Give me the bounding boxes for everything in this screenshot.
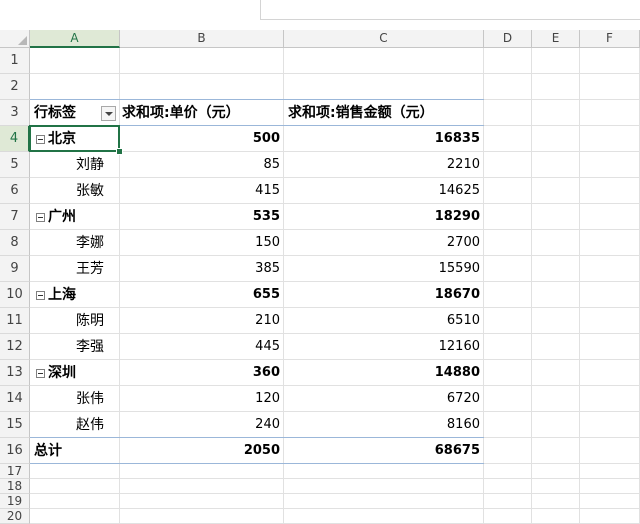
gridline-vertical	[531, 48, 532, 524]
pivot-value-sales-amount[interactable]: 18290	[284, 204, 484, 230]
row-header-12[interactable]: 12	[0, 334, 30, 360]
pivot-value-sales-amount[interactable]: 14880	[284, 360, 484, 386]
pivot-value-unit-price[interactable]: 150	[120, 230, 284, 256]
row-header-20[interactable]: 20	[0, 509, 30, 524]
pivot-value-unit-price[interactable]: 210	[120, 308, 284, 334]
column-header-f[interactable]: F	[580, 30, 640, 48]
row-header-7[interactable]: 7	[0, 204, 30, 230]
row-header-4[interactable]: 4	[0, 126, 30, 152]
pivot-item-label[interactable]: 李强	[76, 334, 120, 360]
pivot-value-unit-price[interactable]: 535	[120, 204, 284, 230]
select-all-corner[interactable]	[0, 30, 30, 48]
pivot-value-unit-price[interactable]: 120	[120, 386, 284, 412]
pivot-group-text: 深圳	[48, 365, 76, 381]
column-header-a[interactable]: A	[30, 30, 120, 48]
row-header-3[interactable]: 3	[0, 100, 30, 126]
pivot-value-unit-price[interactable]: 360	[120, 360, 284, 386]
pivot-total-sales-amount[interactable]: 68675	[284, 438, 484, 464]
gridline-vertical	[579, 48, 580, 524]
pivot-value-sales-amount[interactable]: 15590	[284, 256, 484, 282]
pivot-value-unit-price[interactable]: 240	[120, 412, 284, 438]
row-header-13[interactable]: 13	[0, 360, 30, 386]
pivot-border-top	[30, 99, 484, 100]
pivot-value-sales-amount[interactable]: 6510	[284, 308, 484, 334]
pivot-header-unit-price[interactable]: 求和项:单价（元）	[122, 100, 284, 126]
pivot-total-label[interactable]: 总计	[34, 438, 120, 464]
pivot-value-sales-amount[interactable]: 16835	[284, 126, 484, 152]
pivot-item-label[interactable]: 张伟	[76, 386, 120, 412]
pivot-header-sales-amount[interactable]: 求和项:销售金额（元）	[288, 100, 484, 126]
pivot-value-sales-amount[interactable]: 8160	[284, 412, 484, 438]
row-header-5[interactable]: 5	[0, 152, 30, 178]
collapse-minus-icon[interactable]	[36, 212, 45, 222]
row-header-15[interactable]: 15	[0, 412, 30, 438]
pivot-group-label[interactable]: 上海	[36, 282, 120, 308]
pivot-value-sales-amount[interactable]: 18670	[284, 282, 484, 308]
select-all-icon	[18, 36, 27, 45]
column-header-b[interactable]: B	[120, 30, 284, 48]
row-header-17[interactable]: 17	[0, 464, 30, 479]
pivot-border-bottom	[30, 463, 484, 464]
column-header-d[interactable]: D	[484, 30, 532, 48]
pivot-value-sales-amount[interactable]: 6720	[284, 386, 484, 412]
pivot-item-label[interactable]: 赵伟	[76, 412, 120, 438]
gridline-horizontal	[30, 73, 640, 74]
pivot-value-unit-price[interactable]: 415	[120, 178, 284, 204]
gridline-horizontal	[30, 493, 640, 494]
spreadsheet-grid[interactable]: A B C D E F 1 2 3 4 5 6 7 8 9 10 11 12 13 14 15 16 17 18 19 20 行标签…	[0, 30, 640, 524]
pivot-group-text: 上海	[48, 287, 76, 303]
row-header-18[interactable]: 18	[0, 479, 30, 494]
pivot-total-unit-price[interactable]: 2050	[120, 438, 284, 464]
row-header-9[interactable]: 9	[0, 256, 30, 282]
fill-handle[interactable]	[116, 148, 123, 155]
pivot-item-label[interactable]: 张敏	[76, 178, 120, 204]
gridline-horizontal	[30, 508, 640, 509]
pivot-value-sales-amount[interactable]: 14625	[284, 178, 484, 204]
collapse-minus-icon[interactable]	[36, 368, 45, 378]
formula-bar-area	[0, 0, 640, 30]
pivot-value-unit-price[interactable]: 500	[120, 126, 284, 152]
row-header-2[interactable]: 2	[0, 74, 30, 100]
pivot-value-sales-amount[interactable]: 2700	[284, 230, 484, 256]
pivot-item-label[interactable]: 刘静	[76, 152, 120, 178]
pivot-item-label[interactable]: 李娜	[76, 230, 120, 256]
column-header-c[interactable]: C	[284, 30, 484, 48]
row-header-6[interactable]: 6	[0, 178, 30, 204]
pivot-value-sales-amount[interactable]: 12160	[284, 334, 484, 360]
pivot-group-label[interactable]: 深圳	[36, 360, 120, 386]
pivot-value-unit-price[interactable]: 655	[120, 282, 284, 308]
row-header-11[interactable]: 11	[0, 308, 30, 334]
gridline-horizontal	[30, 478, 640, 479]
pivot-group-label[interactable]: 广州	[36, 204, 120, 230]
row-header-1[interactable]: 1	[0, 48, 30, 74]
pivot-value-sales-amount[interactable]: 2210	[284, 152, 484, 178]
row-header-10[interactable]: 10	[0, 282, 30, 308]
row-header-16[interactable]: 16	[0, 438, 30, 464]
pivot-group-text: 广州	[48, 209, 76, 225]
column-header-e[interactable]: E	[532, 30, 580, 48]
pivot-item-label[interactable]: 陈明	[76, 308, 120, 334]
formula-input[interactable]	[260, 0, 640, 20]
pivot-value-unit-price[interactable]: 385	[120, 256, 284, 282]
pivot-item-label[interactable]: 王芳	[76, 256, 120, 282]
pivot-value-unit-price[interactable]: 85	[120, 152, 284, 178]
collapse-minus-icon[interactable]	[36, 290, 45, 300]
row-header-8[interactable]: 8	[0, 230, 30, 256]
row-header-14[interactable]: 14	[0, 386, 30, 412]
pivot-value-unit-price[interactable]: 445	[120, 334, 284, 360]
row-header-19[interactable]: 19	[0, 494, 30, 509]
filter-dropdown-icon[interactable]	[101, 106, 116, 121]
active-cell-selection	[29, 125, 120, 152]
